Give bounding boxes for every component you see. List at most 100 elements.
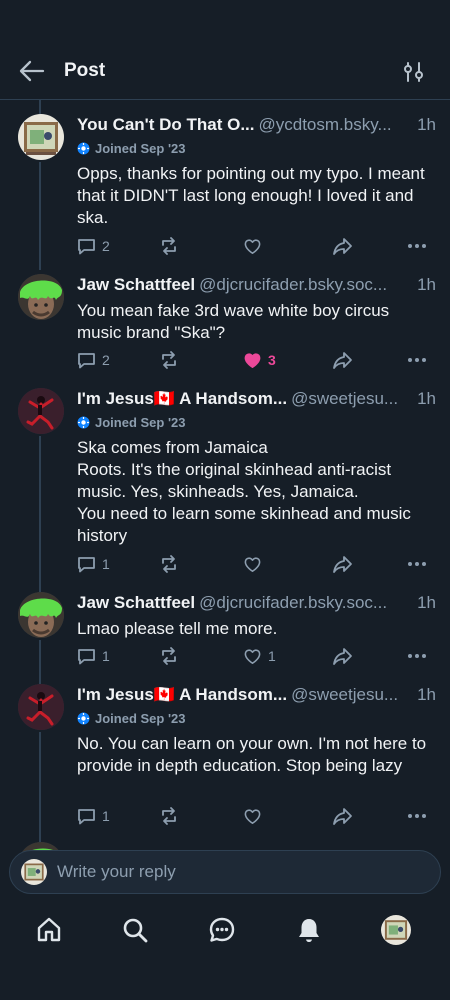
post-actions: 1 <box>77 552 433 576</box>
post-text: No. You can learn on your own. I'm not h… <box>77 734 427 775</box>
like-button[interactable]: 3 <box>243 348 276 372</box>
nav-search[interactable] <box>115 910 155 950</box>
post-text: Opps, thanks for pointing out my typo. I… <box>77 164 425 227</box>
repost-button[interactable] <box>159 234 179 258</box>
joined-text: Joined Sep '23 <box>95 710 186 726</box>
repost-button[interactable] <box>159 552 179 576</box>
thread-post[interactable]: You Can't Do That O... @ycdtosm.bsky... 1… <box>0 114 450 264</box>
bottom-navigation <box>0 900 450 1000</box>
post-author[interactable]: You Can't Do That O... <box>77 115 255 134</box>
avatar[interactable] <box>18 684 64 730</box>
ellipsis-icon <box>408 654 426 658</box>
post-text: Lmao please tell me more. <box>77 619 278 638</box>
avatar[interactable] <box>18 114 64 160</box>
share-arrow-icon <box>333 807 352 825</box>
repost-button[interactable] <box>159 804 179 828</box>
nav-chat[interactable] <box>202 910 242 950</box>
reply-count: 1 <box>102 808 110 824</box>
more-button[interactable] <box>407 804 427 828</box>
reply-button[interactable]: 1 <box>77 644 110 668</box>
avatar-image <box>18 592 64 638</box>
post-handle[interactable]: @sweetjesu... <box>291 389 398 408</box>
post-time[interactable]: 1h <box>411 388 436 410</box>
thread-settings-button[interactable] <box>402 60 426 84</box>
avatar-image <box>18 684 64 730</box>
more-button[interactable] <box>407 644 427 668</box>
post-author[interactable]: Jaw Schattfeel <box>77 275 195 294</box>
reply-count: 2 <box>102 238 110 254</box>
thread-post[interactable]: Jaw Schattfeel @djcrucifader.bsky.soc... … <box>0 274 450 380</box>
like-button[interactable]: 1 <box>243 644 276 668</box>
repost-button[interactable] <box>159 348 179 372</box>
reply-button[interactable]: 2 <box>77 234 110 258</box>
avatar[interactable] <box>18 592 64 638</box>
reply-input[interactable]: Write your reply <box>9 850 441 894</box>
post-handle[interactable]: @ycdtosm.bsky... <box>259 115 392 134</box>
reply-button[interactable]: 1 <box>77 552 110 576</box>
joined-badge-icon <box>77 416 90 428</box>
post-handle[interactable]: @djcrucifader.bsky.soc... <box>199 275 387 294</box>
nav-home[interactable] <box>29 910 69 950</box>
post-handle[interactable]: @djcrucifader.bsky.soc... <box>199 593 387 612</box>
post-text: You mean fake 3rd wave white boy circus … <box>77 301 390 342</box>
reply-count: 2 <box>102 352 110 368</box>
share-arrow-icon <box>333 237 352 255</box>
more-button[interactable] <box>407 552 427 576</box>
chat-icon <box>209 917 235 942</box>
more-button[interactable] <box>407 234 427 258</box>
back-button[interactable] <box>18 58 46 84</box>
post-author[interactable]: I'm Jesus🇨🇦 A Handsom... <box>77 685 287 704</box>
sliders-icon <box>404 62 423 82</box>
share-button[interactable] <box>332 552 353 576</box>
more-button[interactable] <box>407 348 427 372</box>
share-arrow-icon <box>333 647 352 665</box>
thread-post[interactable]: I'm Jesus🇨🇦 A Handsom... @sweetjesu... 1h… <box>0 388 450 578</box>
thread-post[interactable]: I'm Jesus🇨🇦 A Handsom... @sweetjesu... 1h… <box>0 684 450 834</box>
reply-button[interactable]: 1 <box>77 804 110 828</box>
speech-bubble-icon <box>78 238 95 254</box>
share-button[interactable] <box>332 644 353 668</box>
avatar-image <box>18 274 64 320</box>
page-title: Post <box>64 60 106 81</box>
joined-badge-icon <box>77 712 90 724</box>
home-icon <box>37 917 61 942</box>
post-actions: 2 <box>77 234 433 258</box>
new-account-badge: Joined Sep '23 <box>77 411 436 433</box>
search-icon <box>123 918 148 943</box>
repost-icon <box>162 555 176 573</box>
thread-post[interactable]: Jaw Schattfeel @djcrucifader.bsky.soc... … <box>0 592 450 672</box>
profile-avatar <box>381 915 411 945</box>
reply-button[interactable]: 2 <box>77 348 110 372</box>
post-time[interactable]: 1h <box>411 684 436 706</box>
post-handle[interactable]: @sweetjesu... <box>291 685 398 704</box>
avatar[interactable] <box>18 388 64 434</box>
post-actions: 1 1 <box>77 644 433 668</box>
repost-icon <box>162 237 176 255</box>
new-account-badge: Joined Sep '23 <box>77 137 436 159</box>
share-arrow-icon <box>333 351 352 369</box>
thread-line <box>39 100 41 114</box>
like-count: 3 <box>268 352 276 368</box>
post-time[interactable]: 1h <box>411 274 436 296</box>
share-button[interactable] <box>332 804 353 828</box>
post-actions: 2 3 <box>77 348 433 372</box>
post-time[interactable]: 1h <box>411 114 436 136</box>
post-author[interactable]: Jaw Schattfeel <box>77 593 195 612</box>
bell-icon <box>299 919 319 942</box>
post-time[interactable]: 1h <box>411 592 436 614</box>
speech-bubble-icon <box>78 556 95 572</box>
like-button[interactable] <box>243 804 268 828</box>
post-author[interactable]: I'm Jesus🇨🇦 A Handsom... <box>77 389 287 408</box>
nav-profile[interactable] <box>376 910 416 950</box>
avatar[interactable] <box>18 274 64 320</box>
ellipsis-icon <box>408 358 426 362</box>
repost-button[interactable] <box>159 644 179 668</box>
new-account-badge: Joined Sep '23 <box>77 707 436 729</box>
like-button[interactable] <box>243 234 268 258</box>
share-button[interactable] <box>332 234 353 258</box>
share-button[interactable] <box>332 348 353 372</box>
nav-notifications[interactable] <box>289 910 329 950</box>
heart-icon <box>244 808 261 824</box>
like-button[interactable] <box>243 552 268 576</box>
speech-bubble-icon <box>78 352 95 368</box>
